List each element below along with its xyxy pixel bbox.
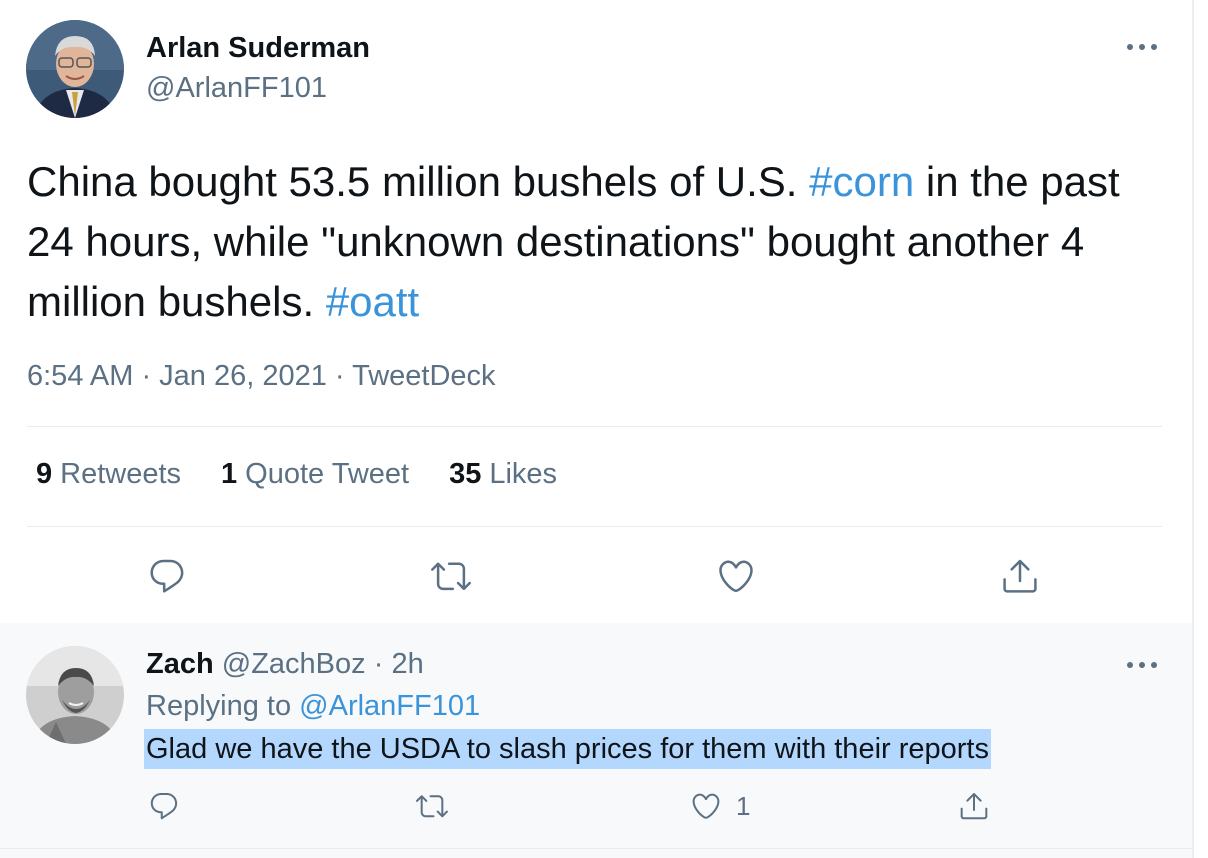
like-icon	[692, 793, 720, 819]
column-border	[1192, 0, 1194, 858]
reply-share-button[interactable]	[958, 790, 990, 822]
author-handle[interactable]: @ArlanFF101	[146, 72, 327, 105]
likes-label: Likes	[489, 458, 558, 490]
tweet-text-part: China bought 53.5 million bushels of U.S…	[27, 158, 810, 205]
tweet-stats: 9 Retweets 1 Quote Tweet 35 Likes	[36, 458, 597, 491]
author-avatar[interactable]	[26, 20, 124, 118]
likes-count: 35	[449, 458, 482, 490]
quote-tweets-label: Quote Tweet	[245, 458, 410, 490]
reply-like-button[interactable]: 1	[690, 790, 750, 822]
reply-icon	[150, 792, 178, 820]
replying-to: Replying to @ArlanFF101	[146, 690, 480, 723]
reply-author-name[interactable]: Zach	[146, 648, 214, 680]
likes-stat[interactable]: 35 Likes	[449, 458, 557, 491]
retweets-stat[interactable]: 9 Retweets	[36, 458, 181, 491]
reply-author-avatar[interactable]	[26, 646, 124, 744]
share-icon	[1003, 559, 1037, 593]
divider	[27, 426, 1162, 427]
like-icon	[719, 560, 753, 593]
hashtag-oatt[interactable]: #oatt	[326, 278, 419, 325]
reply-more-options-icon[interactable]	[1122, 650, 1162, 680]
reply-text: Glad we have the USDA to slash prices fo…	[144, 729, 991, 769]
retweet-icon	[431, 562, 471, 591]
divider	[0, 848, 1192, 849]
reply-like-count: 1	[736, 790, 751, 821]
reply-button[interactable]	[147, 556, 187, 596]
tweet-thread-page: Arlan Suderman @ArlanFF101 China bought …	[0, 0, 1208, 858]
reply-time[interactable]: 2h	[391, 648, 423, 680]
share-icon	[960, 793, 988, 820]
more-options-icon[interactable]	[1122, 32, 1162, 62]
share-button[interactable]	[1000, 556, 1040, 596]
retweet-button[interactable]	[431, 556, 471, 596]
hashtag-corn[interactable]: #corn	[809, 158, 914, 205]
tweet-timestamp-source[interactable]: 6:54 AM · Jan 26, 2021 · TweetDeck	[27, 360, 496, 393]
like-button[interactable]	[716, 556, 756, 596]
author-name[interactable]: Arlan Suderman	[146, 32, 370, 65]
reply-separator: ·	[373, 648, 384, 680]
replying-to-label: Replying to	[146, 690, 292, 722]
quote-tweets-count: 1	[221, 458, 238, 490]
divider	[27, 526, 1162, 527]
replying-to-mention[interactable]: @ArlanFF101	[299, 690, 480, 722]
retweets-count: 9	[36, 458, 53, 490]
tweet-text: China bought 53.5 million bushels of U.S…	[27, 152, 1147, 332]
reply-retweet-button[interactable]	[416, 790, 448, 822]
retweet-icon	[416, 795, 448, 818]
reply-header: Zach @ZachBoz · 2h	[146, 648, 424, 681]
retweets-label: Retweets	[60, 458, 182, 490]
reply-icon	[150, 559, 184, 593]
reply-author-handle[interactable]: @ZachBoz	[222, 648, 366, 680]
quote-tweets-stat[interactable]: 1 Quote Tweet	[221, 458, 409, 491]
reply-reply-button[interactable]	[148, 790, 180, 822]
